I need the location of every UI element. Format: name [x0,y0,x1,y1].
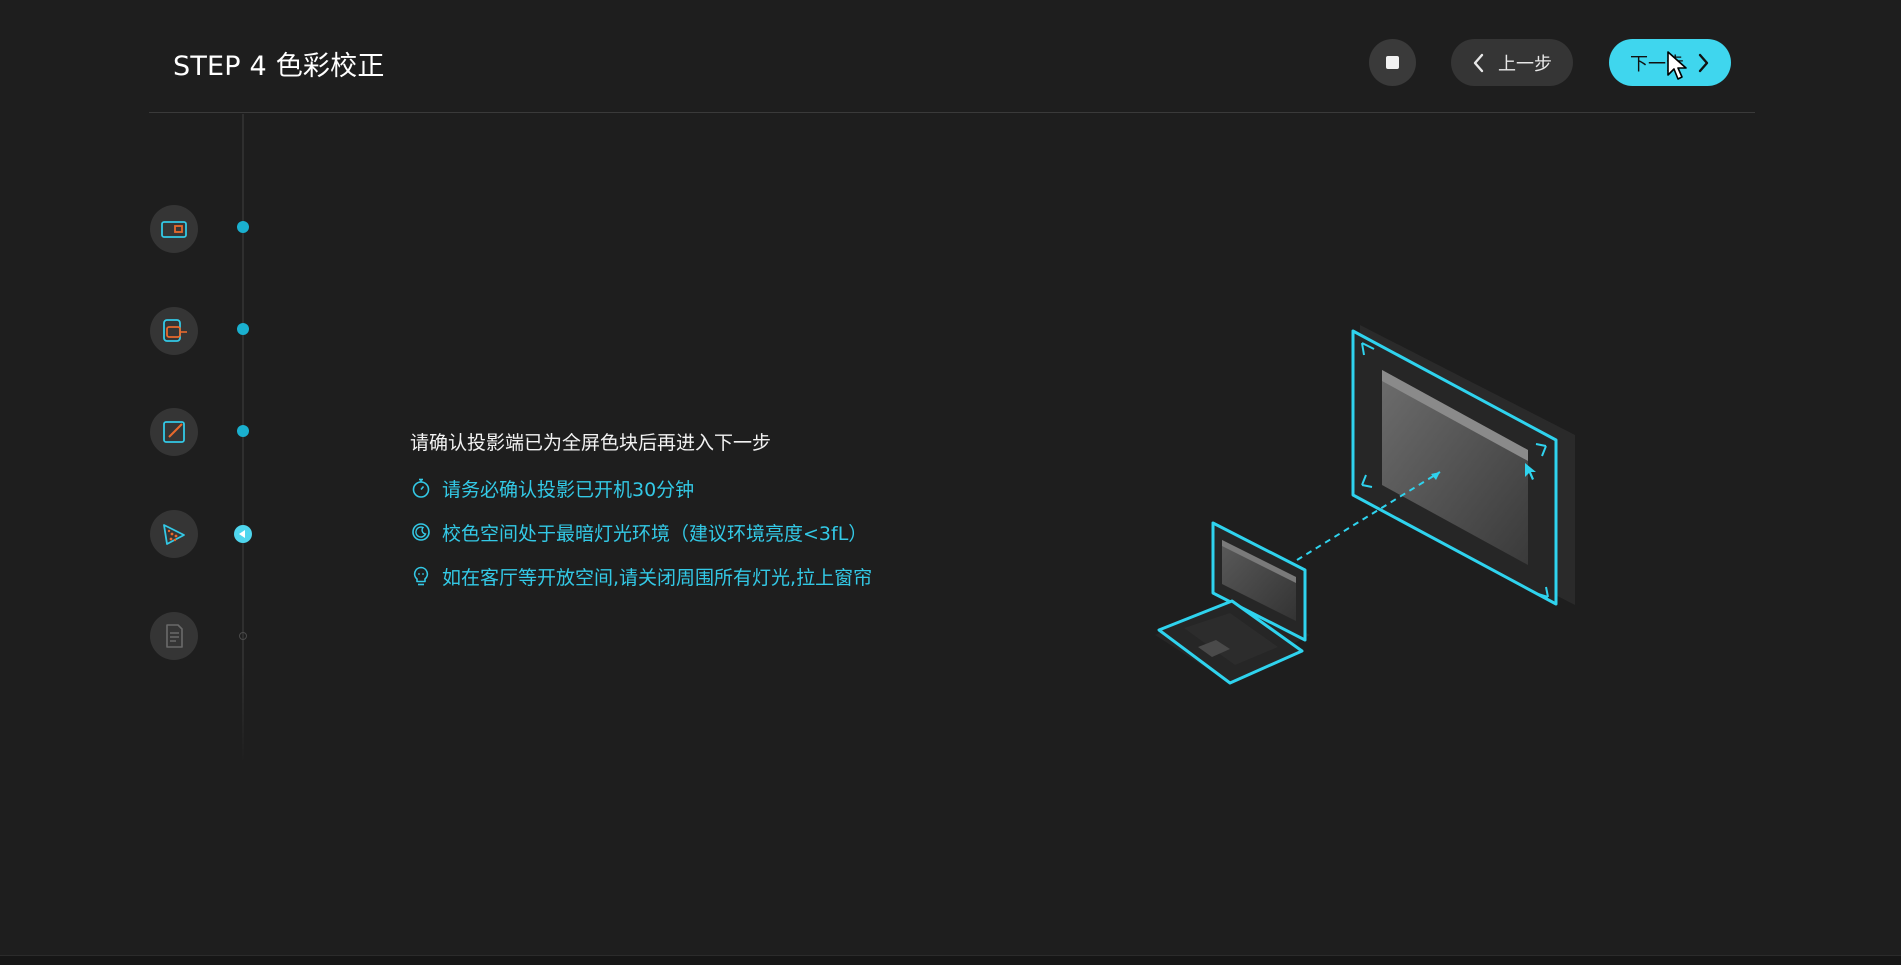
report-document-icon [166,624,183,648]
step-2-dot [237,323,249,335]
stopwatch-icon [412,478,430,498]
tip-warmup-text: 请务必确认投影已开机30分钟 [442,478,695,501]
projector-screen-icon [161,221,187,238]
calibration-page: STEP 4 色彩校正 上一步 下一步 请确认投影端已为全屏色块后再进入下一步 … [0,0,1901,965]
main-instruction: 请确认投影端已为全屏色块后再进入下一步 [410,432,772,454]
lightbulb-icon [413,566,429,586]
chevron-left-icon [1473,53,1484,72]
stop-icon [1386,56,1399,69]
window-bottom-edge [0,955,1901,965]
step-5-report [150,612,198,660]
step-2-display-connection[interactable] [150,307,198,355]
step-5-dot [239,632,247,640]
prev-step-button[interactable]: 上一步 [1451,39,1573,86]
tip-warmup: 请务必确认投影已开机30分钟 [410,475,872,501]
tip-dark-environment-text: 校色空间处于最暗灯光环境（建议环境亮度<3fL） [442,522,868,545]
chevron-right-icon [1698,53,1709,72]
tip-dark-environment: 校色空间处于最暗灯光环境（建议环境亮度<3fL） [410,519,872,545]
laptop-projection-illustration [1155,325,1575,685]
step-3-edit-frame[interactable] [150,408,198,456]
tip-turn-off-lights-text: 如在客厅等开放空间,请关闭周围所有灯光,拉上窗帘 [442,566,873,589]
step-1-dot [237,221,249,233]
tip-turn-off-lights: 如在客厅等开放空间,请关闭周围所有灯光,拉上窗帘 [410,563,872,589]
stop-button[interactable] [1369,39,1416,86]
display-connection-icon [163,319,187,342]
step-4-dot-current [234,525,252,543]
edit-frame-icon [163,421,185,443]
step-3-dot [237,425,249,437]
step-1-projector-screen[interactable] [150,205,198,253]
mouse-cursor-icon [1667,51,1687,80]
header-divider [149,112,1755,113]
step-4-color-gamut[interactable] [150,510,198,558]
instruction-panel: 请确认投影端已为全屏色块后再进入下一步 请务必确认投影已开机30分钟 校色空间处… [410,428,872,607]
stepper-track [242,114,244,764]
prev-step-label: 上一步 [1498,53,1552,75]
color-gamut-icon [163,524,185,545]
moon-dark-icon [412,523,430,541]
page-title: STEP 4 色彩校正 [173,51,385,82]
